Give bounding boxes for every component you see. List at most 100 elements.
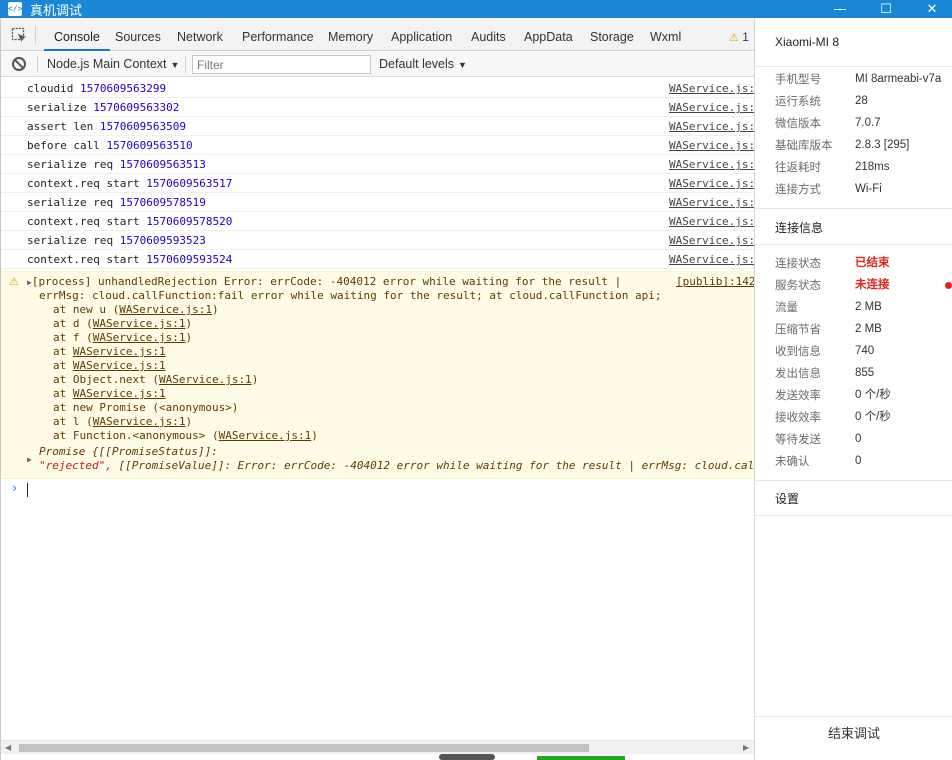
- log-message: before call 1570609563510: [27, 136, 193, 155]
- log-number: 1570609563517: [146, 177, 233, 190]
- context-selector[interactable]: Node.js Main Context ▼: [47, 57, 179, 71]
- connection-row: 收到信息 740: [775, 340, 952, 362]
- tab-console[interactable]: Console: [44, 18, 110, 51]
- stack-frame: at f (WAService.js:1): [53, 331, 192, 345]
- stack-link[interactable]: WAService.js:1: [93, 415, 186, 428]
- warning-counter[interactable]: ⚠ 1: [729, 30, 749, 44]
- stack-text: at new Promise (<anonymous>): [53, 401, 239, 414]
- log-source-link[interactable]: WAService.js:: [669, 79, 755, 98]
- info-value: 7.0.7: [855, 117, 881, 129]
- conn-key: 发出信息: [775, 366, 821, 380]
- context-label: Node.js Main Context: [47, 57, 167, 71]
- device-name: Xiaomi-MI 8: [775, 35, 840, 49]
- connection-section-title: 连接信息: [775, 221, 824, 235]
- settings-link[interactable]: 设置: [775, 490, 799, 507]
- log-message: serialize 1570609563302: [27, 98, 179, 117]
- filter-input[interactable]: [192, 55, 371, 74]
- log-message: cloudid 1570609563299: [27, 79, 166, 98]
- stack-link[interactable]: WAService.js:1: [93, 317, 186, 330]
- log-source-link[interactable]: WAService.js:: [669, 174, 755, 193]
- stack-text: ): [185, 415, 193, 428]
- stack-text: at f (: [53, 331, 93, 344]
- conn-key: 接收效率: [775, 410, 821, 424]
- log-row: serialize req 1570609578519 WAService.js:: [1, 193, 755, 212]
- tab-application[interactable]: Application: [391, 18, 452, 51]
- conn-key: 未确认: [775, 454, 810, 468]
- stack-link[interactable]: WAService.js:1: [73, 345, 166, 358]
- stack-frame: at Function.<anonymous> (WAService.js:1): [53, 429, 318, 443]
- stack-frame: at d (WAService.js:1): [53, 317, 192, 331]
- log-source-link[interactable]: WAService.js:: [669, 98, 755, 117]
- resize-handle[interactable]: [439, 754, 495, 760]
- inspect-element-icon[interactable]: [11, 27, 27, 43]
- maximize-button[interactable]: ☐: [866, 0, 906, 18]
- devtools-panel: Console Sources Network Performance Memo…: [0, 18, 755, 760]
- stack-link[interactable]: WAService.js:1: [93, 331, 186, 344]
- scroll-left-icon[interactable]: ◀: [5, 743, 11, 752]
- promise-expand-icon[interactable]: ▶: [27, 452, 32, 467]
- log-source-link[interactable]: WAService.js:: [669, 136, 755, 155]
- log-text: serialize req: [27, 234, 120, 247]
- tab-storage[interactable]: Storage: [590, 18, 634, 51]
- tab-wxml[interactable]: Wxml: [650, 18, 681, 51]
- conn-key: 连接状态: [775, 256, 821, 270]
- tab-network[interactable]: Network: [177, 18, 223, 51]
- log-source-link[interactable]: WAService.js:: [669, 250, 755, 269]
- log-message: context.req start 1570609563517: [27, 174, 232, 193]
- conn-key: 压缩节省: [775, 322, 821, 336]
- scrollbar-thumb[interactable]: [19, 744, 589, 752]
- stack-text: ): [211, 303, 219, 316]
- stack-link[interactable]: WAService.js:1: [159, 373, 252, 386]
- log-levels-dropdown[interactable]: Default levels ▼: [379, 57, 467, 71]
- stack-link[interactable]: WAService.js:1: [119, 303, 212, 316]
- tab-appdata[interactable]: AppData: [524, 18, 573, 51]
- log-source-link[interactable]: WAService.js:: [669, 231, 755, 250]
- connection-row: 连接状态 已结束: [775, 252, 952, 274]
- warning-text: [process] unhandledRejection Error: errC…: [31, 275, 622, 288]
- device-info-row: 连接方式 Wi-Fi: [775, 178, 952, 200]
- console-toolbar: Node.js Main Context▼ Default levels▼: [1, 52, 755, 77]
- connection-row: 等待发送 0: [775, 428, 952, 450]
- clear-console-icon[interactable]: [12, 57, 26, 71]
- stack-frame: at WAService.js:1: [53, 387, 166, 401]
- log-source-link[interactable]: WAService.js:: [669, 212, 755, 231]
- underlying-button-edge: [537, 756, 625, 760]
- stack-link[interactable]: WAService.js:1: [73, 359, 166, 372]
- log-source-link[interactable]: WAService.js:: [669, 155, 755, 174]
- window-title: 真机调试: [30, 3, 83, 19]
- stack-text: ): [185, 317, 193, 330]
- tab-memory[interactable]: Memory: [328, 18, 373, 51]
- tab-sources[interactable]: Sources: [115, 18, 161, 51]
- log-source-link[interactable]: WAService.js:: [669, 193, 755, 212]
- connection-row: 服务状态 未连接: [775, 274, 952, 296]
- log-source-link[interactable]: WAService.js:: [669, 117, 755, 136]
- log-text: cloudid: [27, 82, 80, 95]
- log-row: serialize req 1570609593523 WAService.js:: [1, 231, 755, 250]
- stack-link[interactable]: WAService.js:1: [219, 429, 312, 442]
- stack-text: ): [251, 373, 259, 386]
- tab-performance[interactable]: Performance: [242, 18, 314, 51]
- tab-audits[interactable]: Audits: [471, 18, 506, 51]
- log-text: before call: [27, 139, 107, 152]
- warning-line[interactable]: ▶[process] unhandledRejection Error: err…: [27, 275, 621, 290]
- log-text: assert len: [27, 120, 100, 133]
- panel-divider: [755, 244, 952, 245]
- info-value: 28: [855, 95, 868, 107]
- console-prompt[interactable]: ›: [1, 479, 755, 499]
- log-number: 1570609563513: [119, 158, 206, 171]
- log-message: serialize req 1570609578519: [27, 193, 206, 212]
- stack-link[interactable]: WAService.js:1: [73, 387, 166, 400]
- horizontal-scrollbar[interactable]: ◀ ▶: [1, 740, 755, 754]
- warning-source-link[interactable]: [publib]:142: [676, 275, 755, 289]
- log-number: 1570609563302: [93, 101, 180, 114]
- device-panel: Xiaomi-MI 8 手机型号 MI 8armeabi-v7a 运行系统 28 微…: [754, 18, 952, 760]
- stack-text: at Object.next (: [53, 373, 159, 386]
- close-button[interactable]: ✕: [912, 0, 952, 18]
- stack-text: at d (: [53, 317, 93, 330]
- stack-text: ): [185, 331, 193, 344]
- scroll-right-icon[interactable]: ▶: [743, 743, 749, 752]
- end-debug-button[interactable]: 结束调试: [755, 716, 952, 752]
- minimize-button[interactable]: —: [820, 0, 860, 18]
- log-number: 1570609578519: [119, 196, 206, 209]
- panel-divider: [755, 208, 952, 209]
